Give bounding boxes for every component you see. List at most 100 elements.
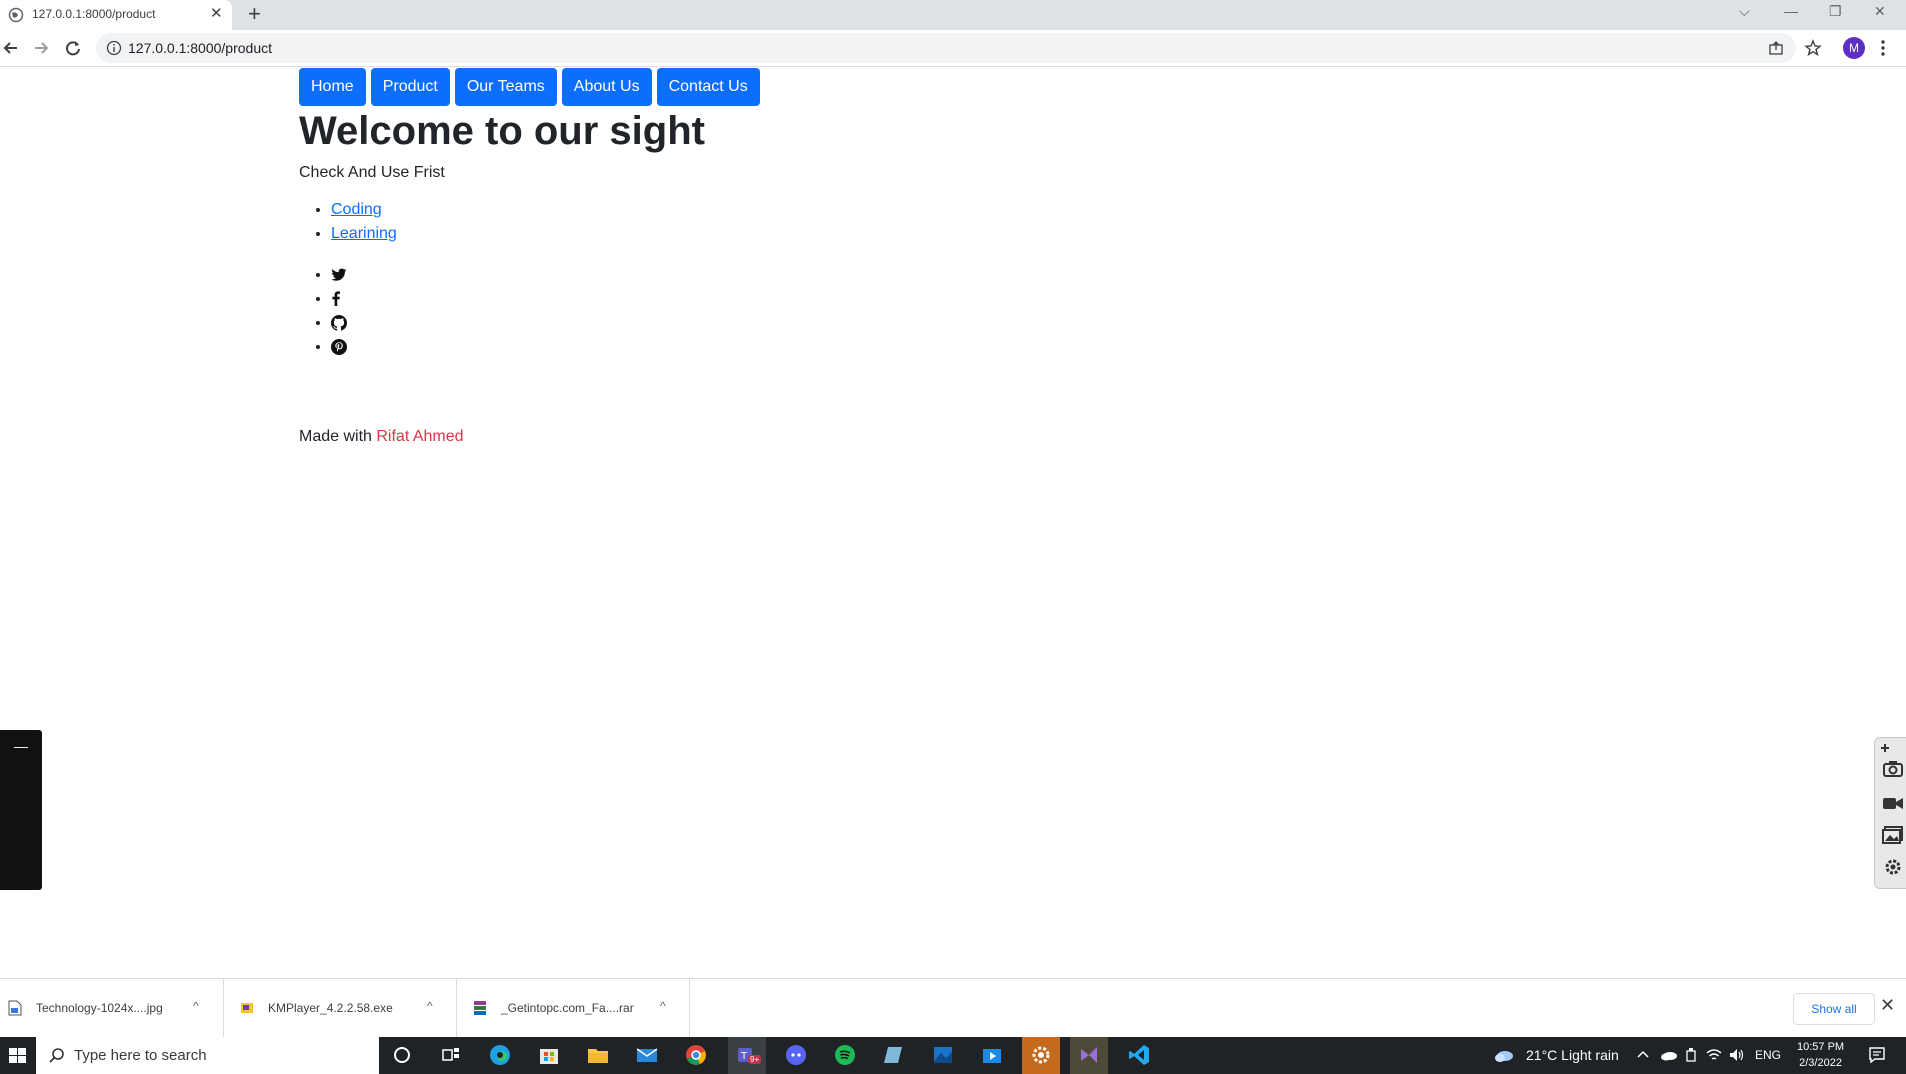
new-tab-button[interactable]: + — [248, 3, 261, 25]
volume-icon[interactable] — [1729, 1048, 1745, 1062]
nav-home-button[interactable]: Home — [299, 68, 366, 106]
svg-text:T: T — [740, 1051, 748, 1062]
taskbar-search[interactable]: Type here to search — [36, 1037, 379, 1074]
video-camera-icon[interactable] — [1882, 794, 1904, 812]
capture-toolbar — [1874, 737, 1906, 889]
settings-gear-icon — [1032, 1046, 1050, 1064]
tab-search-button[interactable]: ⌵ — [1739, 3, 1750, 20]
weather-cloud-icon[interactable] — [1494, 1048, 1514, 1064]
url-text: 127.0.0.1:8000/product — [128, 40, 273, 56]
search-icon — [49, 1048, 64, 1063]
pinterest-icon[interactable] — [331, 338, 347, 355]
notification-center-icon[interactable] — [1868, 1046, 1886, 1064]
download-filename: Technology-1024x....jpg — [36, 1001, 163, 1015]
reload-icon[interactable] — [62, 37, 84, 59]
browser-toolbar: 127.0.0.1:8000/product M — [0, 30, 1906, 67]
pin-icon[interactable] — [1879, 742, 1891, 754]
nav-product-button[interactable]: Product — [370, 68, 450, 106]
forward-icon[interactable] — [30, 37, 52, 59]
download-item[interactable]: Technology-1024x....jpg ^ — [0, 979, 224, 1037]
kmplayer-icon — [241, 1003, 253, 1013]
twitter-icon[interactable] — [331, 268, 347, 282]
bookmark-star-icon[interactable] — [1804, 39, 1822, 57]
discord-icon[interactable] — [784, 1043, 808, 1067]
visual-studio-icon — [1081, 1047, 1097, 1063]
github-icon[interactable] — [331, 314, 347, 331]
system-clock[interactable]: 10:57 PM 2/3/2022 — [1797, 1039, 1844, 1071]
download-filename: KMPlayer_4.2.2.58.exe — [268, 1001, 393, 1015]
wifi-icon[interactable] — [1706, 1048, 1722, 1062]
globe-icon — [8, 7, 24, 23]
image-file-icon — [8, 1000, 22, 1016]
chevron-up-icon[interactable]: ^ — [427, 999, 433, 1013]
coding-link[interactable]: Coding — [331, 201, 382, 218]
mail-icon[interactable] — [635, 1043, 659, 1067]
restore-button[interactable]: ❐ — [1829, 3, 1842, 20]
share-icon[interactable] — [1768, 40, 1784, 56]
info-icon[interactable] — [106, 40, 122, 56]
weather-text[interactable]: 21°C Light rain — [1526, 1047, 1619, 1063]
teams-taskbar-button[interactable]: T 9+ — [728, 1037, 766, 1074]
visual-studio-taskbar-button[interactable] — [1070, 1037, 1108, 1074]
page-subtitle: Check And Use Frist — [299, 164, 445, 181]
clock-time: 10:57 PM — [1797, 1041, 1845, 1053]
footer-prefix: Made with — [299, 428, 377, 445]
nav-our-teams-button[interactable]: Our Teams — [454, 68, 557, 106]
footer-credit: Made with Rifat Ahmed — [299, 428, 464, 446]
learning-link[interactable]: Learining — [331, 225, 397, 242]
edge-icon[interactable] — [488, 1043, 512, 1067]
address-bar[interactable]: 127.0.0.1:8000/product — [96, 33, 1796, 63]
onedrive-icon[interactable] — [1660, 1049, 1678, 1061]
battery-plug-icon[interactable] — [1685, 1048, 1697, 1062]
clock-date: 2/3/2022 — [1799, 1057, 1842, 1069]
back-icon[interactable] — [0, 37, 22, 59]
minimize-button[interactable]: — — [1784, 3, 1798, 19]
floating-side-panel[interactable]: — — [0, 730, 42, 890]
list-item — [331, 311, 347, 335]
browser-tab[interactable]: 127.0.0.1:8000/product ✕ — [0, 0, 232, 30]
list-item — [331, 335, 347, 359]
windows-start-icon[interactable] — [0, 1037, 36, 1074]
vscode-icon[interactable] — [1127, 1043, 1151, 1067]
main-nav: Home Product Our Teams About Us Contact … — [299, 68, 760, 106]
notes-app-icon[interactable] — [882, 1043, 906, 1067]
tab-strip: 127.0.0.1:8000/product ✕ + ⌵ — ❐ ✕ — [0, 0, 1906, 30]
download-item[interactable]: _Getintopc.com_Fa....rar ^ — [457, 979, 690, 1037]
chevron-up-icon[interactable] — [1637, 1049, 1649, 1059]
list-item — [331, 263, 347, 287]
cortana-icon[interactable] — [390, 1043, 414, 1067]
panel-minimize-button[interactable]: — — [14, 738, 28, 754]
page-title: Welcome to our sight — [299, 109, 705, 153]
language-indicator[interactable]: ENG — [1755, 1048, 1781, 1062]
spotify-icon[interactable] — [833, 1043, 857, 1067]
profile-avatar[interactable]: M — [1843, 37, 1865, 59]
chevron-up-icon[interactable]: ^ — [660, 999, 666, 1013]
settings-taskbar-button[interactable] — [1022, 1037, 1060, 1074]
topic-link-list: Coding Learining — [299, 198, 397, 246]
menu-kebab-icon[interactable] — [1880, 39, 1886, 57]
photos-icon[interactable] — [931, 1043, 955, 1067]
chevron-up-icon[interactable]: ^ — [193, 999, 199, 1013]
settings-gear-icon[interactable] — [1882, 858, 1904, 876]
nav-about-us-button[interactable]: About Us — [561, 68, 652, 106]
show-all-button[interactable]: Show all — [1793, 993, 1875, 1025]
download-item[interactable]: KMPlayer_4.2.2.58.exe ^ — [224, 979, 457, 1037]
camera-icon[interactable] — [1882, 760, 1904, 778]
close-downloads-button[interactable]: ✕ — [1880, 995, 1895, 1016]
downloads-bar: Technology-1024x....jpg ^ KMPlayer_4.2.2… — [0, 978, 1906, 1038]
web-page: Home Product Our Teams About Us Contact … — [0, 67, 1906, 978]
nav-contact-us-button[interactable]: Contact Us — [656, 68, 760, 106]
archive-file-icon — [474, 1001, 486, 1015]
social-links — [299, 263, 347, 359]
tab-close-button[interactable]: ✕ — [210, 5, 223, 23]
file-explorer-icon[interactable] — [586, 1043, 610, 1067]
chrome-icon[interactable] — [684, 1043, 708, 1067]
gallery-icon[interactable] — [1882, 826, 1904, 844]
media-app-icon[interactable] — [980, 1043, 1004, 1067]
close-window-button[interactable]: ✕ — [1874, 3, 1886, 20]
search-placeholder: Type here to search — [74, 1047, 207, 1064]
microsoft-store-icon[interactable] — [537, 1043, 561, 1067]
facebook-icon[interactable] — [331, 291, 341, 307]
list-item: Coding — [331, 198, 397, 222]
task-view-icon[interactable] — [439, 1043, 463, 1067]
